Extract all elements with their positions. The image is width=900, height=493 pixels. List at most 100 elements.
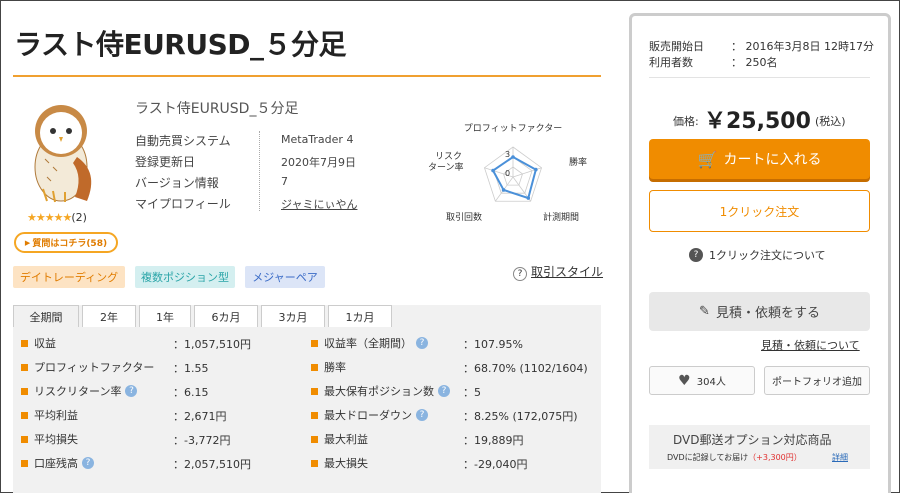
stat-label-text: 平均利益 (34, 409, 78, 422)
dvd-detail-link[interactable]: 詳細 (832, 452, 848, 463)
radar-point (534, 167, 538, 172)
question-circle-icon: ? (689, 248, 703, 262)
tab-2y[interactable]: 2年 (82, 305, 136, 327)
stat-value: ：8.25% (172,075円) (463, 410, 578, 423)
stat-value: ：-3,772円 (173, 434, 231, 447)
tab-all[interactable]: 全期間 (13, 305, 79, 327)
trade-style-link[interactable]: ? 取引スタイル (513, 263, 603, 281)
bullet-icon (311, 339, 318, 347)
info-divider (259, 131, 260, 211)
add-to-cart-button[interactable]: 🛒 カートに入れる (649, 139, 870, 179)
radar-label-pf: プロフィットファクター (464, 123, 562, 134)
radar-label-period: 計測期間 (543, 211, 579, 223)
stat-label-text: 口座残高 (34, 457, 78, 470)
quote-request-button[interactable]: ✎ 見積・依頼をする (649, 292, 870, 331)
help-icon[interactable]: ? (82, 457, 94, 469)
bullet-icon (311, 387, 318, 395)
portfolio-add-button[interactable]: ポートフォリオ追加 (764, 366, 870, 395)
radar-label-risk-1: リスク (435, 151, 462, 162)
stat-label: 口座残高? (21, 455, 94, 471)
page-title: ラスト侍EURUSD_５分足 (14, 28, 347, 61)
bullet-icon (311, 435, 318, 443)
tag-major-pair[interactable]: メジャーペア (245, 266, 325, 288)
stat-label-text: 最大損失 (324, 457, 368, 470)
favorite-button[interactable]: ♥ 304人 (649, 366, 755, 395)
cart-label: カートに入れる (723, 152, 822, 168)
stat-label-text: 収益 (34, 337, 56, 350)
tab-1m[interactable]: 1カ月 (328, 305, 392, 327)
stat-label-text: 最大ドローダウン (324, 409, 412, 422)
stat-label-text: 平均損失 (34, 433, 78, 446)
stat-label-text: リスクリターン率 (34, 385, 122, 398)
bullet-icon (21, 411, 28, 419)
stat-value: ：5 (463, 386, 481, 399)
info-label-profile: マイプロフィール (135, 197, 231, 211)
bullet-icon (21, 435, 28, 443)
stat-value: ：2,057,510円 (173, 458, 251, 471)
product-name: ラスト侍EURUSD_５分足 (135, 101, 299, 117)
tab-6m[interactable]: 6カ月 (194, 305, 258, 327)
info-label-updated: 登録更新日 (135, 155, 196, 169)
stat-label: 収益率（全期間）? (311, 335, 428, 351)
price-value: ￥25,500 (704, 109, 811, 134)
tab-1y[interactable]: 1年 (139, 305, 191, 327)
one-click-about-label: 1クリック注文について (709, 249, 826, 262)
profile-link[interactable]: ジャミにぃやん (281, 196, 357, 212)
stat-label-text: プロフィットファクター (34, 361, 155, 374)
radar-point (491, 168, 495, 173)
stat-label: 最大ドローダウン? (311, 407, 428, 423)
help-icon[interactable]: ? (416, 409, 428, 421)
one-click-order-button[interactable]: 1クリック注文 (649, 190, 870, 232)
one-click-about-link[interactable]: ? 1クリック注文について (689, 247, 826, 263)
rating-stars: ★★★★★ (27, 211, 72, 224)
tag-multi-position[interactable]: 複数ポジション型 (135, 266, 235, 288)
stat-label-text: 最大利益 (324, 433, 368, 446)
radar-point (501, 188, 506, 192)
cart-icon: 🛒 (697, 149, 718, 169)
radar-scale-max: 3 (505, 150, 510, 159)
bullet-icon (311, 459, 318, 467)
radar-scale-min: 0 (505, 169, 510, 178)
help-icon[interactable]: ? (125, 385, 138, 397)
sidebar-divider (649, 77, 870, 78)
info-value-platform: MetaTrader 4 (281, 133, 354, 146)
radar-chart: プロフィットファクター 勝率 計測期間 取引回数 リスク ターン率 3 0 (428, 123, 587, 223)
stat-label: 最大損失 (311, 455, 368, 471)
period-tabs: 全期間 2年 1年 6カ月 3カ月 1カ月 (13, 305, 395, 327)
stat-label: 収益 (21, 335, 56, 351)
help-icon[interactable]: ? (438, 385, 450, 397)
radar-point (526, 196, 531, 200)
stat-label: 勝率 (311, 359, 346, 375)
stat-value: ：107.95% (463, 338, 523, 351)
stat-label: 平均損失 (21, 431, 78, 447)
info-label-version: バージョン情報 (135, 176, 219, 190)
bullet-icon (21, 387, 28, 395)
ask-label: 質問はコチラ(58) (32, 239, 108, 249)
radar-label-winrate: 勝率 (569, 156, 587, 168)
rating-count: (2) (71, 211, 87, 224)
owl-avatar (34, 105, 92, 203)
ask-question-button[interactable]: ▶ 質問はコチラ(58) (14, 232, 118, 253)
stat-value: ：6.15 (173, 386, 209, 399)
radar-data-polygon (491, 155, 537, 200)
tab-3m[interactable]: 3カ月 (261, 305, 325, 327)
stat-value: ：2,671円 (173, 410, 227, 423)
help-icon[interactable]: ? (416, 337, 428, 349)
price-label: 価格: (673, 115, 699, 128)
quote-about-link[interactable]: 見積・依頼について (761, 337, 860, 353)
dvd-desc-text: DVDに記録してお届け (667, 453, 749, 462)
stat-value: ：68.70% (1102/1604) (463, 362, 588, 375)
pencil-icon: ✎ (699, 304, 710, 319)
bullet-icon (311, 363, 318, 371)
dvd-price: （+3,300円） (748, 453, 802, 462)
tax-label: (税込) (815, 115, 846, 128)
users-value: ： 250名 (731, 56, 778, 69)
sale-start-value: ： 2016年3月8日 12時17分 (731, 40, 874, 53)
dvd-desc: DVDに記録してお届け（+3,300円） (667, 452, 802, 463)
bullet-icon (21, 363, 28, 371)
stat-value: ：19,889円 (463, 434, 524, 447)
info-label-platform: 自動売買システム (135, 134, 231, 148)
stat-label: 平均利益 (21, 407, 78, 423)
tag-daytrading[interactable]: デイトレーディング (13, 266, 125, 288)
rating: ★★★★★(2) (27, 211, 87, 224)
